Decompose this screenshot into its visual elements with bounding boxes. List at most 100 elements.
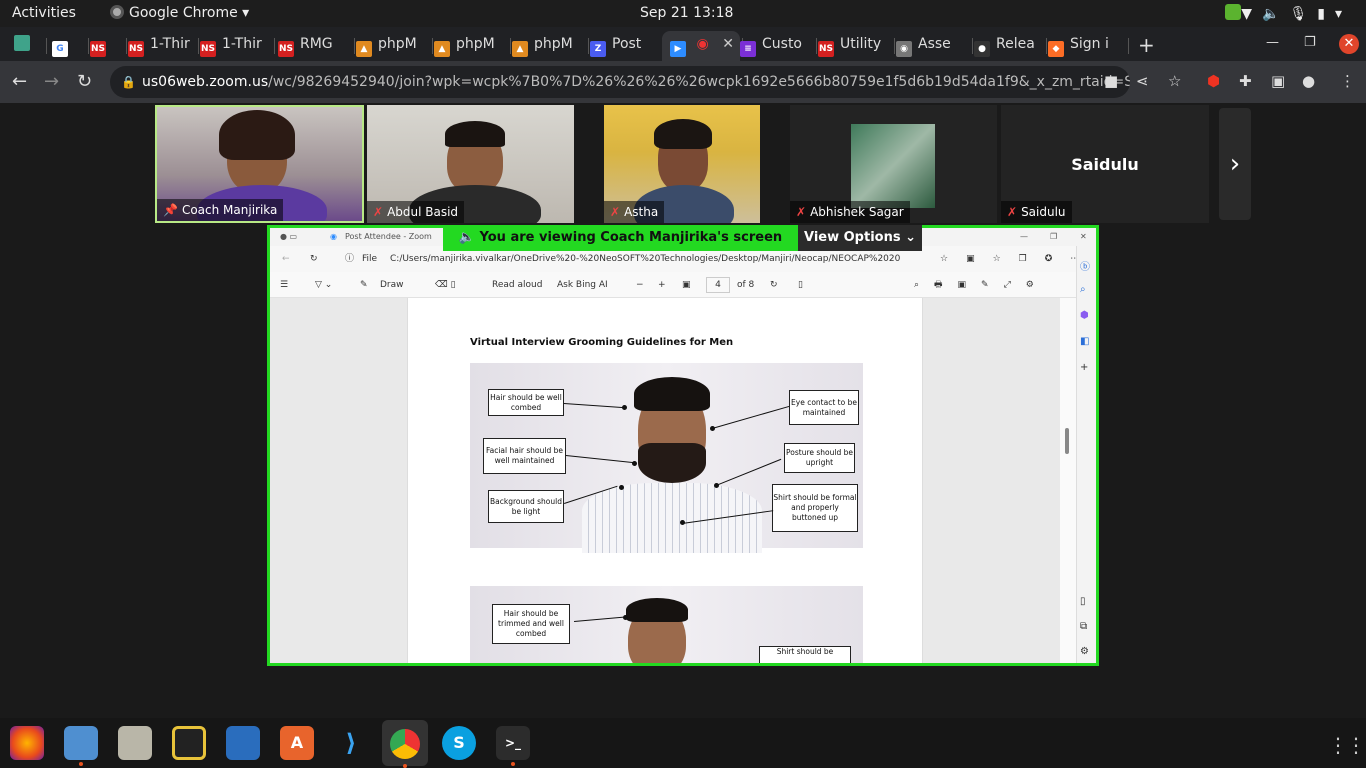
pin-icon: 📌 [163,203,178,217]
gear-icon[interactable]: ⚙ [1080,646,1089,657]
participant-name: 📌 Coach Manjirika [157,199,284,221]
pdf-page: Virtual Interview Grooming Guidelines fo… [407,298,923,663]
address-bar[interactable]: 🔒 us06web.zoom.us/wc/98269452940/join?wpk… [110,66,1130,98]
bookmark-star-icon[interactable]: ☆ [1168,72,1181,90]
video-tile[interactable]: ✗ Abhishek Sagar [790,105,997,223]
search-icon[interactable]: ⌕ [1080,284,1086,295]
speaker-icon: 🔈 [458,230,480,245]
tab-favicon-icon: NS [200,41,216,57]
participant-name: ✗ Abdul Basid [367,201,465,223]
video-tile[interactable]: ✗ Astha [604,105,760,223]
participant-name: ✗ Saidulu [1001,201,1072,223]
outlook-icon[interactable]: ◧ [1080,336,1089,347]
menu-icon[interactable]: ⋮ [1340,72,1355,90]
extensions-icon[interactable]: ✚ [1239,72,1252,90]
forward-icon[interactable]: → [44,71,59,92]
url-path: /wc/98269452940/join?wpk=wcpk%7B0%7D%26%… [268,74,1130,90]
maximize-button[interactable]: ❐ [1304,35,1316,50]
pdf-scrollbar[interactable] [1060,298,1076,663]
guideline-photo: Hair should be well combed Facial hair s… [470,363,863,553]
close-tab-icon[interactable]: ✕ [722,31,734,57]
writer-icon[interactable] [226,726,260,760]
show-apps-button[interactable]: ⋮⋮⋮ [1328,733,1366,757]
callout: Hair should be trimmed and well combed [492,604,570,644]
close-button[interactable]: ✕ [1339,34,1359,54]
view-options-button[interactable]: View Options ⌄ [798,225,922,251]
app-center-icon[interactable]: A [280,726,314,760]
browser-tab[interactable]: NS RMG [278,31,352,61]
edge-sidebar: ⓑ ⌕ ⬢ ◧ + ▯ ⧉ ⚙ [1076,246,1096,663]
shield-icon [1225,4,1242,20]
browser-tab[interactable]: ▲ phpM [434,31,508,61]
sidepanel-icon[interactable]: ▣ [1271,72,1285,90]
muted-mic-icon: ✗ [610,205,621,219]
profile-avatar[interactable]: ● [1302,72,1315,90]
browser-tab[interactable]: ◆ Sign i [1048,31,1126,61]
tab-favicon-icon: NS [90,41,106,57]
tab-favicon-icon: ▲ [434,41,450,57]
tab-label: phpM [456,36,495,52]
browser-tab[interactable]: ≡ Custo [740,31,814,61]
tab-favicon-icon [14,35,30,51]
adblock-icon[interactable]: ⬢ [1207,72,1220,90]
browser-tab[interactable] [14,31,44,61]
chevron-down-icon: ▾ [1334,6,1352,22]
muted-mic-icon: ✗ [1007,205,1018,219]
browser-tab[interactable]: NS 1-Thir [128,31,196,61]
chevron-right-icon: › [1229,149,1241,179]
browser-tab[interactable]: ● Relea [974,31,1044,61]
browser-tab[interactable]: ▲ phpM [512,31,586,61]
camera-icon[interactable]: ■ [1104,72,1118,90]
system-tray[interactable]: ▼🔈🎙▮▾ [1225,4,1352,22]
video-tile[interactable]: Saidulu ✗ Saidulu [1001,105,1209,223]
app-menu[interactable]: Google Chrome ▾ [110,5,249,21]
tab-favicon-icon: NS [818,41,834,57]
muted-mic-icon: ✗ [796,205,807,219]
minimize-button[interactable]: — [1266,35,1279,50]
thunderbird-icon[interactable] [64,726,98,766]
sidebar-panel-icon[interactable]: ▯ [1080,596,1086,607]
browser-tab[interactable]: Z Post [590,31,660,61]
callout: Posture should be upright [784,443,855,473]
browser-tab[interactable]: G [52,31,86,61]
browser-tab[interactable]: NS 1-Thir [200,31,272,61]
browser-tab[interactable]: ▶ ◉ ✕ [662,31,740,61]
new-tab-button[interactable]: + [1138,33,1155,57]
browser-tab[interactable]: ◉ Asse [896,31,970,61]
clock[interactable]: Sep 21 13:18 [640,5,733,21]
tab-label: phpM [534,36,573,52]
back-icon[interactable]: ← [12,71,27,92]
window-controls: — ❐ ✕ [1236,27,1366,61]
tab-label: 1-Thir [150,36,190,52]
tab-favicon-icon: NS [128,41,144,57]
rhythmbox-icon[interactable] [172,726,206,760]
bing-icon[interactable]: ⓑ [1080,258,1090,273]
add-icon[interactable]: + [1080,362,1088,373]
firefox-icon[interactable] [10,726,44,760]
pdf-toolbar: ☰ ▽ ⌄ ✎ Draw ⌫ ▯ Read aloud Ask Bing AI … [270,272,1096,298]
browser-tab[interactable]: ▲ phpM [356,31,430,61]
recording-icon: ◉ [692,36,709,52]
video-tile[interactable]: 📌 Coach Manjirika [155,105,364,223]
skype-icon[interactable]: S [442,726,476,760]
vscode-icon[interactable]: ⟩ [334,726,368,760]
reload-icon[interactable]: ↻ [77,71,92,92]
browser-tab[interactable]: NS [90,31,124,61]
activities-button[interactable]: Activities [12,5,76,21]
browser-tab[interactable]: NS Utility [818,31,892,61]
copilot-icon[interactable]: ⬢ [1080,310,1089,321]
terminal-icon[interactable]: >_ [496,726,530,766]
files-icon[interactable] [118,726,152,760]
popout-icon[interactable]: ⧉ [1080,621,1087,632]
next-page-button[interactable]: › [1219,108,1251,220]
video-tile[interactable]: ✗ Abdul Basid [367,105,574,223]
shared-screen[interactable]: ● ▭ ◉ Post Attendee - Zoom — ❐ ✕ ← ↻ ⓘ F… [267,225,1099,666]
share-icon[interactable]: ⋖ [1136,72,1149,90]
guideline-photo: Hair should be trimmed and well combed S… [470,586,863,663]
tab-favicon-icon: ▲ [512,41,528,57]
tab-label: Utility [840,36,882,52]
tab-favicon-icon: ≡ [740,41,756,57]
pdf-viewer[interactable]: Virtual Interview Grooming Guidelines fo… [270,298,1060,663]
page-heading: Virtual Interview Grooming Guidelines fo… [470,337,734,348]
chrome-dock-icon[interactable] [382,720,428,768]
